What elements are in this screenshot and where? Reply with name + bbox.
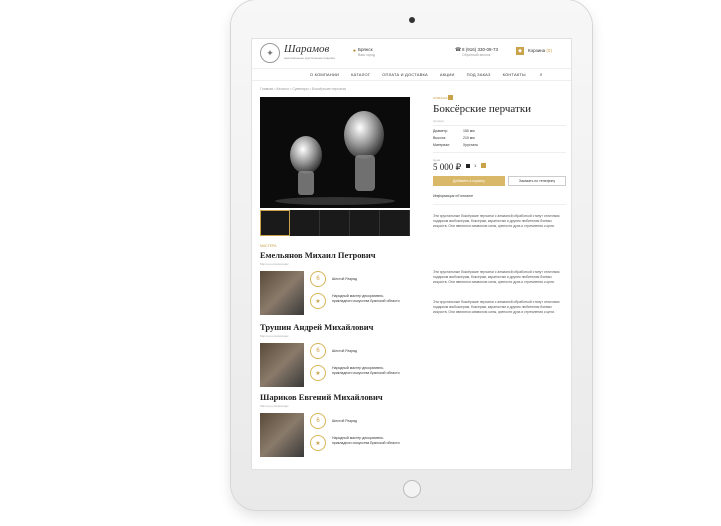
laurel-icon: 6 (310, 413, 326, 429)
product-title: Боксёрские перчатки (433, 103, 532, 115)
search-icon[interactable]: ⌕ (540, 72, 543, 78)
spec-value: 210 мм (463, 136, 475, 140)
spec-row: Материал: Хрусталь (433, 143, 478, 147)
city-subtitle: Ваш город (358, 53, 376, 57)
logo-text[interactable]: Шарамов (284, 43, 329, 55)
add-to-cart-button[interactable]: Добавить в корзину (433, 176, 505, 186)
master-name: Трушин Андрей Михайлович (260, 322, 374, 332)
award-title: Народный мастер декоративно-прикладного … (332, 436, 400, 445)
product-description: Эти хрустальные боксёрские перчатки с ал… (433, 300, 560, 314)
thumbnail-1[interactable] (260, 210, 290, 236)
phone-icon: ☎ (455, 47, 462, 53)
order-by-phone-button[interactable]: Заказать по телефону (508, 176, 566, 186)
master-role: Мастер-шлифовщик (260, 334, 289, 338)
spec-label: Диаметр: (433, 129, 449, 133)
nav-item-catalog[interactable]: КАТАЛОГ (351, 72, 370, 77)
tablet-frame: ✦ Шарамов оригинальные хрустальные издел… (231, 0, 592, 510)
master-photo (260, 343, 304, 387)
thumbnail-strip (260, 210, 410, 236)
master-photo (260, 271, 304, 315)
master-photo (260, 413, 304, 457)
laurel-icon: ★ (310, 293, 326, 309)
award-rank: Шестой Разряд (332, 277, 357, 281)
spec-label: Высота: (433, 136, 446, 140)
nav-item-sales[interactable]: АКЦИИ (440, 72, 455, 77)
spec-row: Высота: 210 мм (433, 136, 475, 140)
cart-label: Корзина (528, 48, 546, 53)
laurel-icon: 6 (310, 343, 326, 359)
new-badge: НОВИНКА (433, 96, 448, 100)
scene: ✦ Шарамов оригинальные хрустальные издел… (0, 0, 721, 526)
spec-value: 150 мм (463, 129, 475, 133)
home-button[interactable] (403, 480, 421, 498)
breadcrumb[interactable]: Главная • Каталог • Сувениры • Боксёрски… (260, 87, 346, 91)
product-description: Эти хрустальные боксёрские перчатки с ал… (433, 270, 560, 284)
laurel-icon: ★ (310, 435, 326, 451)
master-name: Емельянов Михаил Петрович (260, 250, 376, 260)
product-main-image[interactable] (260, 97, 410, 208)
award-title: Народный мастер декоративно-прикладного … (332, 366, 400, 375)
camera-icon (409, 17, 415, 23)
spec-row: Диаметр: 150 мм (433, 129, 475, 133)
product-price: 5 000 ₽ (433, 162, 462, 172)
payment-info-link[interactable]: Информация об оплате (433, 194, 473, 198)
spec-label: Материал: (433, 143, 451, 147)
qty-plus-button[interactable] (481, 163, 486, 168)
product-article: Артикул (433, 119, 445, 123)
nav-item-custom[interactable]: ПОД ЗАКАЗ (467, 72, 491, 77)
nav-item-payment[interactable]: ОПЛАТА И ДОСТАВКА (382, 72, 428, 77)
glove-illustration (275, 111, 395, 205)
thumbnail-5[interactable] (380, 210, 410, 236)
product-description: Эти хрустальные боксёрские перчатки с ал… (433, 214, 560, 228)
thumbnail-4[interactable] (350, 210, 380, 236)
award-title: Народный мастер декоративно-прикладного … (332, 294, 400, 303)
thumbnail-2[interactable] (290, 210, 320, 236)
logo-subtitle: оригинальные хрустальные изделия (284, 56, 335, 60)
spec-value: Хрусталь (463, 143, 479, 147)
master-role: Мастер-шлифовщик (260, 262, 289, 266)
master-name: Шариков Евгений Михайлович (260, 392, 383, 402)
phone-number[interactable]: 8 (916) 330-08-73 (462, 47, 498, 52)
main-nav: О КОМПАНИИ КАТАЛОГ ОПЛАТА И ДОСТАВКА АКЦ… (252, 69, 571, 81)
cart-link[interactable]: Корзина (0) (528, 48, 552, 53)
master-role: Мастер-шлифовщик (260, 404, 289, 408)
thumbnail-3[interactable] (320, 210, 350, 236)
webpage: ✦ Шарамов оригинальные хрустальные издел… (251, 38, 572, 470)
laurel-icon: 6 (310, 271, 326, 287)
location-pin-icon: ● (353, 48, 357, 54)
badge-marker-icon (448, 95, 453, 100)
cart-icon[interactable]: ◆ (516, 47, 524, 55)
laurel-icon: ★ (310, 365, 326, 381)
site-header: ✦ Шарамов оригинальные хрустальные издел… (252, 39, 571, 69)
divider (433, 204, 566, 205)
callback-link[interactable]: Обратный звонок (462, 53, 490, 57)
masters-section-label: МАСТЕРА (260, 244, 277, 248)
divider (433, 152, 566, 153)
nav-item-about[interactable]: О КОМПАНИИ (310, 72, 339, 77)
quantity-value[interactable]: 1 (474, 163, 476, 168)
logo-emblem-icon[interactable]: ✦ (260, 43, 280, 63)
city-selector[interactable]: Брянск (358, 47, 373, 52)
award-rank: Шестой Разряд (332, 419, 357, 423)
nav-item-contacts[interactable]: КОНТАКТЫ (503, 72, 526, 77)
qty-minus-button[interactable] (466, 164, 470, 168)
cart-count: (0) (546, 48, 552, 53)
award-rank: Шестой Разряд (332, 349, 357, 353)
divider (433, 125, 566, 126)
